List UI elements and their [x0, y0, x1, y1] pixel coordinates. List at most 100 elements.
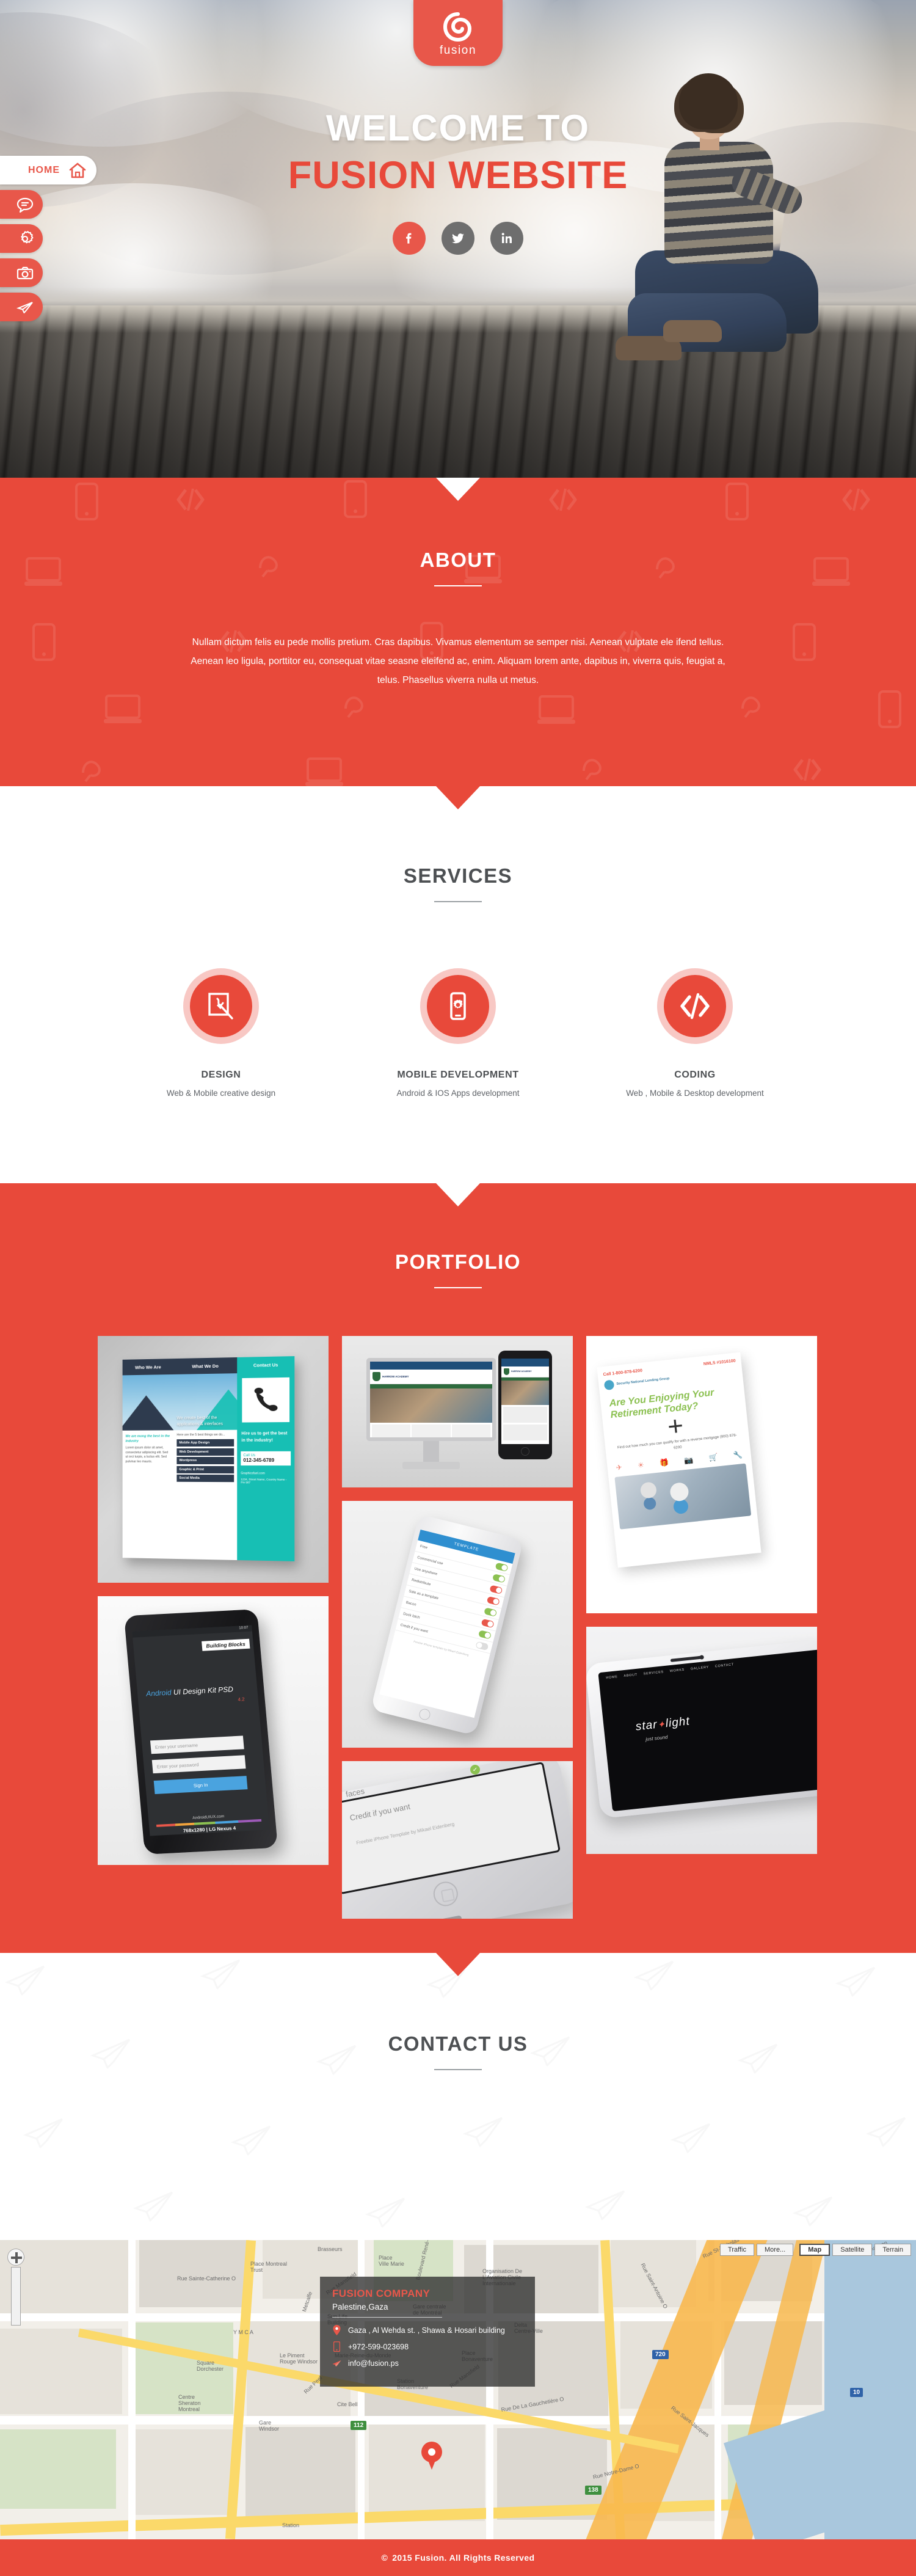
site-logo[interactable]: fusion	[413, 0, 503, 66]
android-username-field[interactable]: Enter your username	[150, 1735, 244, 1754]
map-pan-control[interactable]	[7, 2249, 24, 2266]
android-badge: Building Blocks	[201, 1638, 250, 1651]
portfolio-column: Call 1-800-878-6200 NMLS #1016100 Securi…	[586, 1336, 817, 1919]
sidebar-item-portfolio[interactable]	[0, 258, 43, 287]
service-name: CODING	[674, 1070, 716, 1080]
camera-icon	[16, 264, 34, 282]
copyright-symbol: ©	[381, 2553, 388, 2563]
android-signin-button[interactable]: Sign In	[153, 1776, 248, 1795]
hero-title-line2: FUSION WEBSITE	[288, 153, 628, 197]
starlight-nav-item[interactable]: WORKS	[670, 1668, 685, 1674]
services-section: SERVICES DESIGN Web & Mobile creative de…	[0, 786, 916, 1183]
map-location-pin[interactable]	[421, 2442, 442, 2470]
gear-icon	[16, 230, 34, 248]
contact-email-row: info@fusion.ps	[332, 2358, 523, 2368]
company-location: Palestine,Gaza	[332, 2302, 388, 2311]
page-root: fusion HOME WELCOME TO FUSION WEBSITE AB…	[0, 0, 916, 2576]
contact-section: CONTACT US	[0, 1953, 916, 2240]
brochure-right-title: Here are the 5 best things we do...	[176, 1432, 225, 1437]
map-zoom-control[interactable]	[7, 2249, 24, 2327]
map-type-satellite-button[interactable]: Satellite	[832, 2244, 873, 2256]
wooden-deck	[0, 305, 916, 478]
map-controls[interactable]: Traffic More... Map Satellite Terrain	[720, 2244, 911, 2256]
map-type-terrain-button[interactable]: Terrain	[874, 2244, 911, 2256]
service-card-coding[interactable]: CODING Web , Mobile & Desktop developmen…	[622, 968, 768, 1100]
code-brackets-icon	[657, 968, 733, 1044]
fusion-swirl-icon	[442, 10, 474, 43]
portfolio-item-iphone-list[interactable]: TEMPLATE Free Commercial use Use anywher…	[342, 1501, 573, 1748]
about-body-text: Nullam dictum felis eu pede mollis preti…	[191, 637, 725, 685]
sidebar-item-about[interactable]	[0, 190, 43, 219]
paper-plane-icon	[16, 298, 34, 316]
starlight-nav-item[interactable]: GALLERY	[691, 1665, 710, 1671]
service-desc: Web & Mobile creative design	[166, 1089, 276, 1098]
hero-social-links[interactable]	[0, 221, 916, 255]
iphone-row-label: Credit if you want	[399, 1623, 429, 1634]
telephone-handset-icon	[254, 1387, 278, 1412]
brochure-col1-label: Who We Are	[122, 1359, 174, 1376]
paper-plane-icon	[332, 2358, 341, 2368]
check-badge-icon: ✓	[470, 1765, 480, 1775]
map-pin-icon	[332, 2325, 341, 2335]
service-card-design[interactable]: DESIGN Web & Mobile creative design	[148, 968, 294, 1100]
iphone-row-label: Free	[420, 1544, 428, 1550]
section-notch	[436, 478, 480, 501]
flyer-brand: Security National Lending Group	[616, 1376, 670, 1386]
service-desc: Web , Mobile & Desktop development	[626, 1089, 764, 1098]
linkedin-icon[interactable]	[490, 221, 523, 255]
starlight-nav-item[interactable]: ABOUT	[623, 1673, 638, 1678]
contact-address: Gaza , Al Wehda st. , Shawa & Hosari bui…	[348, 2326, 505, 2335]
brochure-cta: Hire us to get the best in the industry!	[241, 1431, 288, 1443]
android-version: 4.2	[238, 1696, 245, 1702]
twitter-icon[interactable]	[442, 221, 474, 255]
portfolio-column: HARROW ACADEMY HARROW ACADEMY TEMPLATE F…	[342, 1336, 573, 1919]
brochure-left-body: Lorem ipsum dolor sit amet, consectetur …	[125, 1445, 169, 1464]
contact-title-rule	[434, 2069, 482, 2070]
service-name: MOBILE DEVELOPMENT	[397, 1070, 519, 1080]
facebook-icon[interactable]	[393, 221, 426, 255]
map-more-button[interactable]: More...	[757, 2244, 794, 2256]
services-title-rule	[434, 901, 482, 902]
info-divider	[332, 2317, 442, 2318]
portfolio-grid: Who We Are We are mong the best in the i…	[98, 1336, 818, 1919]
brochure-col2-label: What We Do	[173, 1357, 238, 1374]
map-section[interactable]: PlaceVille Marie Brasseurs Rue Mansfield…	[0, 2240, 916, 2539]
android-title-c: PSD	[217, 1685, 234, 1695]
portfolio-item-android-phone[interactable]: 10:07 Building Blocks Android UI Design …	[98, 1596, 329, 1865]
company-name: FUSION COMPANY	[332, 2288, 431, 2299]
portfolio-title-rule	[434, 1287, 482, 1288]
hero-section: fusion HOME WELCOME TO FUSION WEBSITE	[0, 0, 916, 478]
sidebar-item-services[interactable]	[0, 224, 43, 253]
mobile-phone-icon	[332, 2341, 341, 2352]
starlight-logo-b: light	[664, 1715, 691, 1731]
map-type-map-button[interactable]: Map	[799, 2244, 831, 2256]
iphone-row-label: Duck latch	[402, 1612, 421, 1620]
portfolio-item-brochure[interactable]: Who We Are We are mong the best in the i…	[98, 1336, 329, 1583]
service-name: DESIGN	[201, 1070, 241, 1080]
service-card-mobile[interactable]: MOBILE DEVELOPMENT Android & IOS Apps de…	[385, 968, 531, 1100]
starlight-nav-item[interactable]: SERVICES	[643, 1670, 664, 1676]
portfolio-item-iphone-closeup[interactable]: faces Credit if you want Freebie iPhone …	[342, 1761, 573, 1919]
android-password-field[interactable]: Enter your password	[151, 1755, 246, 1774]
starlight-nav-item[interactable]: CONTACT	[715, 1663, 735, 1668]
contact-email: info@fusion.ps	[348, 2359, 399, 2368]
side-navigation[interactable]: HOME	[0, 156, 96, 327]
portfolio-item-starlight-phone[interactable]: HOME ABOUT SERVICES WORKS GALLERY CONTAC…	[586, 1627, 817, 1854]
android-title-a: Android	[145, 1688, 172, 1698]
design-tablet-pen-icon	[183, 968, 259, 1044]
portfolio-item-retirement-flyer[interactable]: Call 1-800-878-6200 NMLS #1016100 Securi…	[586, 1336, 817, 1613]
home-icon	[68, 161, 87, 180]
harrow-brand-mobile: HARROW ACADEMY	[511, 1370, 532, 1373]
sidebar-item-contact[interactable]	[0, 293, 43, 321]
starlight-tagline: just sound	[645, 1734, 668, 1742]
map-traffic-button[interactable]: Traffic	[720, 2244, 754, 2256]
map-zoom-slider[interactable]	[11, 2267, 21, 2326]
sidebar-item-home[interactable]: HOME	[0, 156, 96, 184]
starlight-logo-a: star	[634, 1718, 658, 1734]
contact-info-box: FUSION COMPANY Palestine,Gaza Gaza , Al …	[320, 2277, 535, 2387]
iphone-row-label: Redistribute	[411, 1578, 431, 1587]
portfolio-item-imac-iphone[interactable]: HARROW ACADEMY HARROW ACADEMY	[342, 1336, 573, 1487]
logo-text: fusion	[439, 44, 477, 57]
starlight-nav-item[interactable]: HOME	[606, 1675, 618, 1680]
about-title-rule	[434, 585, 482, 586]
